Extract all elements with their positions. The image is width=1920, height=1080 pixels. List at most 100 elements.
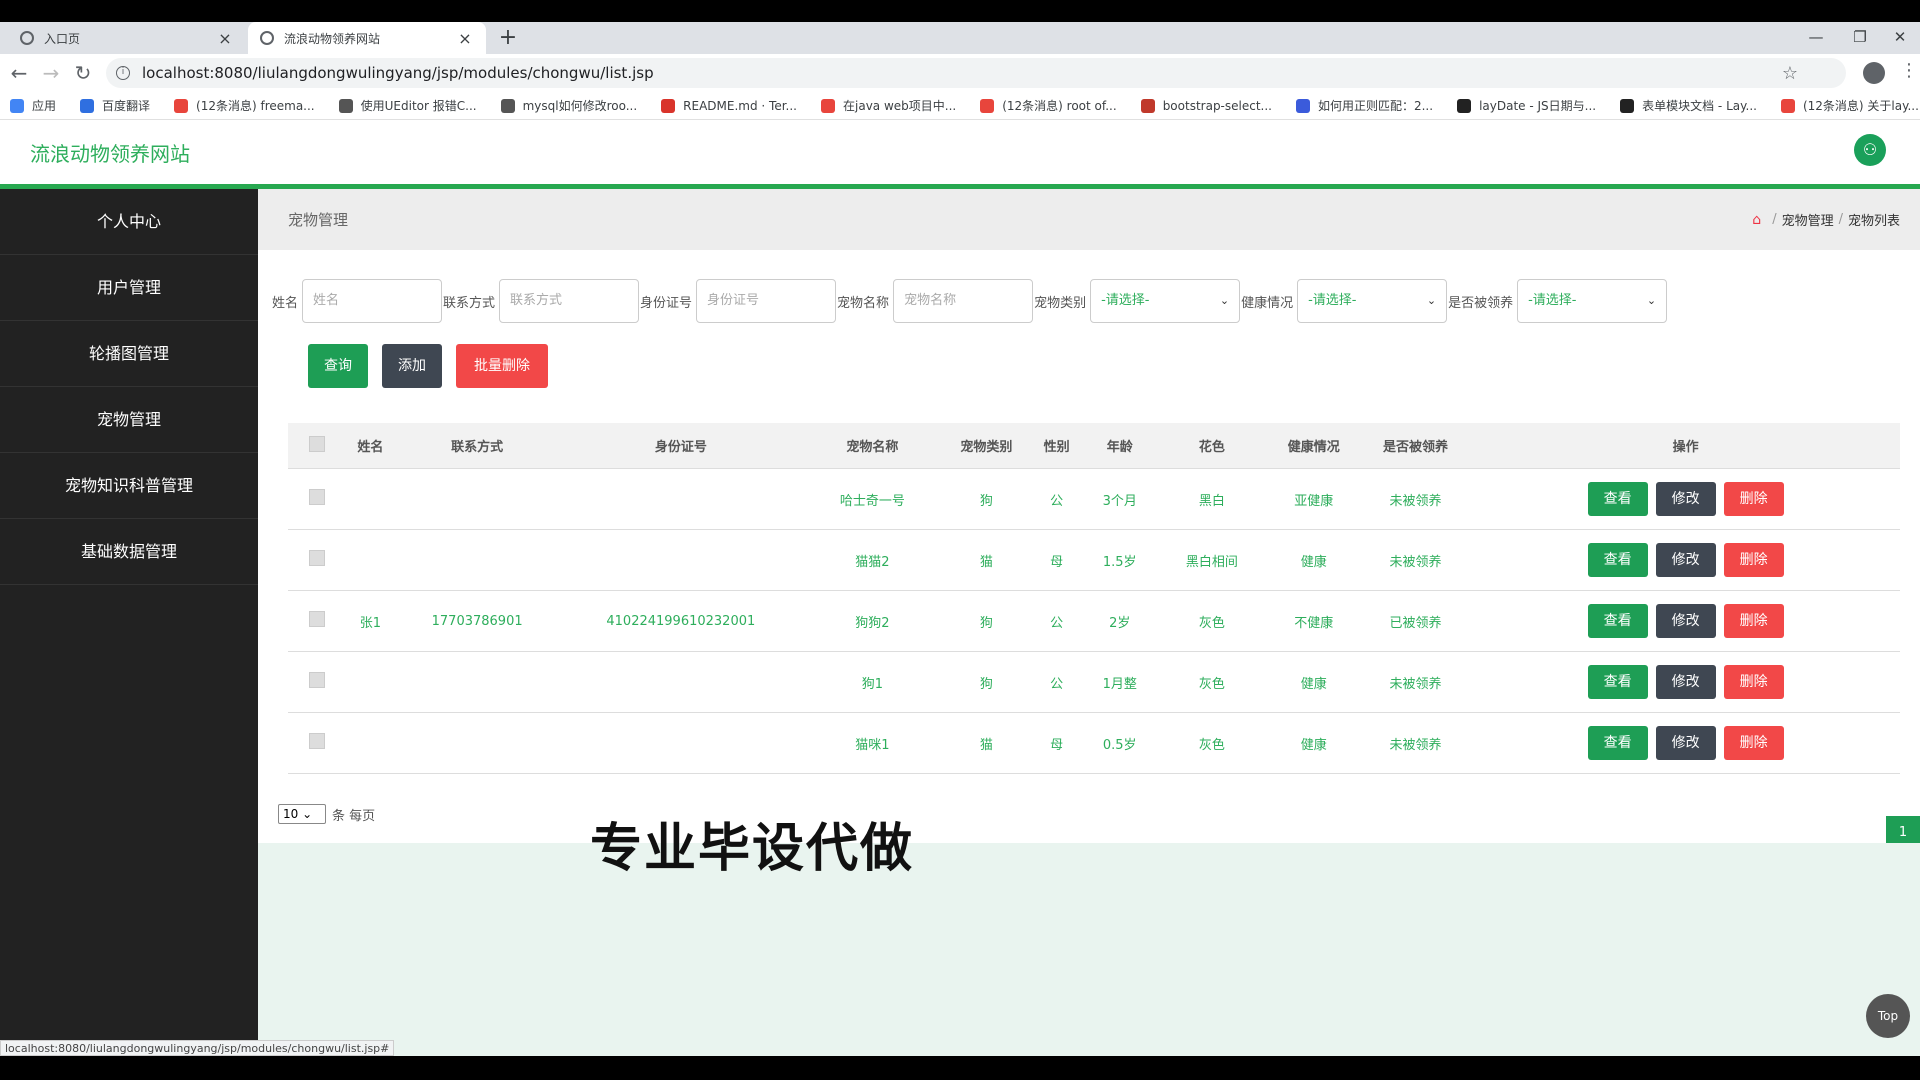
sidebar-item-pet-knowledge[interactable]: 宠物知识科普管理 [0, 453, 258, 519]
sidebar-item-carousel[interactable]: 轮播图管理 [0, 321, 258, 387]
user-avatar-icon[interactable]: ⚇ [1854, 134, 1886, 166]
page-size-select[interactable]: 10 ⌄ [278, 804, 326, 824]
globe-icon [20, 31, 34, 45]
bookmark-star-icon[interactable]: ☆ [1782, 63, 1798, 84]
table-cell: 黑白 [1198, 493, 1225, 509]
health-value: -请选择- [1308, 293, 1357, 308]
filter-label-phone: 联系方式 [443, 295, 496, 311]
edit-button[interactable]: 修改 [1655, 543, 1716, 577]
row-checkbox[interactable] [309, 550, 326, 566]
pet-type-select[interactable]: -请选择- ⌄ [1090, 279, 1241, 323]
back-to-top-button[interactable]: Top [1866, 994, 1910, 1038]
breadcrumb-separator: / [1772, 212, 1777, 227]
browser-tab-entry[interactable]: 入口页 × [8, 22, 246, 54]
bookmark-item[interactable]: 使用UEditor 报错C... [338, 97, 477, 114]
row-select-cell [288, 611, 346, 631]
view-button[interactable]: 查看 [1587, 482, 1648, 516]
delete-button[interactable]: 删除 [1723, 482, 1784, 516]
info-icon[interactable]: i [116, 66, 130, 80]
row-checkbox[interactable] [309, 611, 326, 627]
table-cell: 公 [1050, 615, 1064, 631]
bookmark-item[interactable]: 如何用正则匹配：2... [1295, 97, 1433, 114]
select-all-checkbox[interactable] [309, 435, 326, 452]
phone-input[interactable]: 联系方式 [499, 279, 640, 323]
status-bar-url: localhost:8080/liulangdongwulingyang/jsp… [0, 1040, 395, 1056]
edit-button[interactable]: 修改 [1655, 726, 1716, 760]
delete-button[interactable]: 删除 [1723, 665, 1784, 699]
bookmark-item[interactable]: 应用 [10, 97, 56, 114]
close-icon[interactable]: × [216, 29, 234, 48]
menu-icon[interactable]: ⋮ [1900, 60, 1918, 81]
pet-name-input[interactable]: 宠物名称 [893, 279, 1034, 323]
bookmark-favicon-icon [1620, 98, 1635, 113]
row-actions: 查看 修改 删除 [1471, 543, 1900, 577]
edit-button[interactable]: 修改 [1655, 665, 1716, 699]
bookmark-item[interactable]: (12条消息) freema... [174, 97, 315, 114]
query-button[interactable]: 查询 [308, 344, 368, 388]
profile-icon[interactable] [1863, 62, 1885, 84]
address-bar[interactable]: i localhost:8080/liulangdongwulingyang/j… [106, 58, 1846, 88]
reload-icon[interactable]: ↻ [68, 54, 98, 92]
bookmark-item[interactable]: bootstrap-select... [1140, 98, 1272, 113]
bookmark-item[interactable]: (12条消息) root of... [980, 97, 1117, 114]
table-cell: 1月整 [1102, 676, 1137, 692]
bookmark-item[interactable]: layDate - JS日期与... [1457, 97, 1596, 114]
minimize-button[interactable]: — [1796, 22, 1836, 54]
view-button[interactable]: 查看 [1587, 543, 1648, 577]
page-size-value: 10 [283, 807, 299, 821]
batch-delete-button[interactable]: 批量删除 [456, 344, 548, 388]
bookmark-item[interactable]: mysql如何修改roo... [500, 97, 637, 114]
filter-label-pet-name: 宠物名称 [837, 295, 890, 311]
sidebar-item-pets[interactable]: 宠物管理 [0, 387, 258, 453]
delete-button[interactable]: 删除 [1723, 543, 1784, 577]
breadcrumb-item[interactable]: 宠物管理 [1782, 210, 1834, 229]
restore-button[interactable]: ❐ [1840, 22, 1880, 54]
table-row: 猫猫2 猫 母 1.5岁 黑白相间 健康 未被领养 查看 修改 删除 [288, 530, 1900, 591]
adopted-select[interactable]: -请选择- ⌄ [1517, 279, 1668, 323]
bookmark-label: 百度翻译 [102, 99, 151, 113]
view-button[interactable]: 查看 [1587, 604, 1648, 638]
edit-button[interactable]: 修改 [1655, 604, 1716, 638]
new-tab-button[interactable]: + [496, 22, 520, 54]
sidebar-item-personal[interactable]: 个人中心 [0, 189, 258, 255]
browser-tab-site[interactable]: 流浪动物领养网站 × [248, 22, 486, 54]
letterbox-bottom [0, 1056, 1920, 1080]
row-checkbox[interactable] [309, 489, 326, 505]
row-select-cell [288, 672, 346, 692]
bookmark-item[interactable]: 百度翻译 [80, 97, 150, 114]
bookmark-label: 应用 [32, 99, 57, 113]
name-input[interactable]: 姓名 [302, 279, 443, 323]
back-icon[interactable]: ← [4, 54, 34, 92]
row-checkbox[interactable] [309, 672, 326, 688]
table-cell: 已被领养 [1389, 615, 1442, 631]
bookmark-item[interactable]: (12条消息) 关于lay... [1780, 97, 1919, 114]
bookmark-item[interactable]: 表单模块文档 - Lay... [1620, 97, 1757, 114]
health-select[interactable]: -请选择- ⌄ [1297, 279, 1448, 323]
chevron-down-icon: ⌄ [1426, 294, 1437, 307]
row-checkbox[interactable] [309, 733, 326, 749]
table-cell: 狗 [979, 676, 993, 692]
delete-button[interactable]: 删除 [1723, 726, 1784, 760]
view-button[interactable]: 查看 [1587, 726, 1648, 760]
bookmark-item[interactable]: README.md · Ter... [661, 98, 797, 113]
view-button[interactable]: 查看 [1587, 665, 1648, 699]
id-number-input[interactable]: 身份证号 [696, 279, 837, 323]
edit-button[interactable]: 修改 [1655, 482, 1716, 516]
bookmark-label: README.md · Ter... [683, 98, 797, 113]
forward-icon[interactable]: → [36, 54, 66, 92]
site-title[interactable]: 流浪动物领养网站 [30, 138, 190, 167]
close-icon[interactable]: × [456, 29, 474, 48]
table-cell: 0.5岁 [1102, 737, 1137, 753]
table-cell: 猫 [979, 737, 993, 753]
add-button[interactable]: 添加 [382, 344, 442, 388]
breadcrumb-separator: / [1838, 212, 1843, 227]
sidebar-item-basic-data[interactable]: 基础数据管理 [0, 519, 258, 585]
sidebar-item-users[interactable]: 用户管理 [0, 255, 258, 321]
breadcrumb-item: 宠物列表 [1847, 214, 1900, 229]
bookmark-label: (12条消息) root of... [1002, 99, 1117, 113]
home-icon[interactable]: ⌂ [1752, 212, 1761, 228]
bookmark-item[interactable]: 在java web项目中... [821, 97, 956, 114]
table-cell: 黑白相间 [1185, 554, 1238, 570]
delete-button[interactable]: 删除 [1723, 604, 1784, 638]
close-window-button[interactable]: ✕ [1880, 22, 1920, 54]
